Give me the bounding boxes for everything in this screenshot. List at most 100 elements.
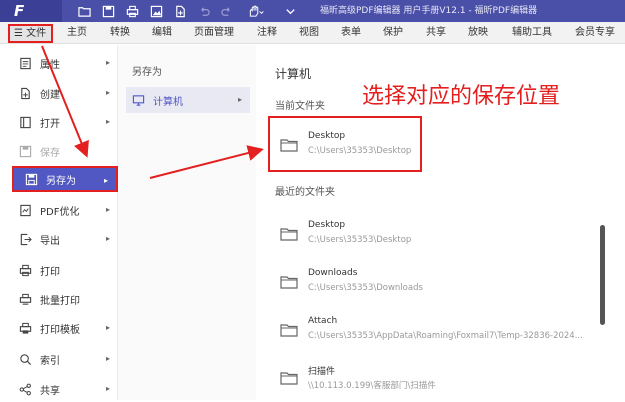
current-folder-heading: 当前文件夹 bbox=[275, 101, 325, 112]
folder-path: C:\Users\35353\Downloads bbox=[308, 283, 423, 293]
batch-print-icon bbox=[18, 292, 32, 306]
menu-item-label: 另存为 bbox=[46, 175, 76, 187]
undo-icon[interactable] bbox=[196, 3, 212, 19]
image-icon[interactable] bbox=[148, 3, 164, 19]
menu-slideshow[interactable]: 放映 bbox=[468, 22, 488, 44]
menu-item-label: 打印 bbox=[40, 266, 60, 278]
menu-item-label: PDF优化 bbox=[40, 206, 80, 218]
recent-folder-item[interactable]: Downloads C:\Users\35353\Downloads bbox=[278, 264, 608, 306]
menu-item-batch-print[interactable]: 批量打印 bbox=[8, 286, 118, 312]
menu-page-manage[interactable]: 页面管理 bbox=[194, 22, 234, 44]
recent-folder-item[interactable]: Desktop C:\Users\35353\Desktop bbox=[278, 216, 608, 258]
folder-name: Downloads bbox=[308, 268, 358, 278]
open-icon bbox=[18, 115, 32, 129]
file-menu-list: 属性 ▸ 创建 ▸ 打开 ▸ 保存 另存为 ▸ PDF优化 ▸ 导出 ▸ 打印 … bbox=[8, 45, 118, 400]
save-location-computer[interactable]: 计算机 ▸ bbox=[126, 87, 250, 113]
folder-icon bbox=[280, 324, 298, 337]
folder-path: C:\Users\35353\Desktop bbox=[308, 235, 412, 245]
menu-comment[interactable]: 注释 bbox=[257, 22, 277, 44]
submenu-arrow-icon: ▸ bbox=[105, 384, 110, 393]
dropdown-icon[interactable] bbox=[282, 3, 298, 19]
menu-form[interactable]: 表单 bbox=[341, 22, 361, 44]
menu-item-pdf-optimize[interactable]: PDF优化 ▸ bbox=[8, 197, 118, 223]
menu-item-label: 批量打印 bbox=[40, 295, 80, 307]
menu-bar: 主页 转换 编辑 页面管理 注释 视图 表单 保护 共享 放映 辅助工具 会员专… bbox=[0, 22, 625, 44]
create-icon bbox=[18, 86, 32, 100]
menu-item-export[interactable]: 导出 ▸ bbox=[8, 226, 118, 252]
menu-item-save-as[interactable]: 另存为 ▸ bbox=[12, 166, 118, 192]
menu-item-save[interactable]: 保存 bbox=[8, 138, 118, 164]
menu-item-share[interactable]: 共享 ▸ bbox=[8, 376, 118, 402]
highlight-box bbox=[268, 116, 422, 172]
folder-name: Attach bbox=[308, 316, 338, 326]
menu-item-create[interactable]: 创建 ▸ bbox=[8, 80, 118, 106]
menu-view[interactable]: 视图 bbox=[299, 22, 319, 44]
menu-item-label: 共享 bbox=[40, 385, 60, 397]
export-icon bbox=[18, 232, 32, 246]
folder-icon bbox=[280, 276, 298, 289]
folder-open-icon[interactable] bbox=[76, 3, 92, 19]
scrollbar-thumb[interactable] bbox=[600, 225, 605, 325]
computer-label: 计算机 bbox=[153, 96, 183, 108]
submenu-arrow-icon: ▸ bbox=[105, 354, 110, 363]
menu-item-index[interactable]: 索引 ▸ bbox=[8, 346, 118, 372]
menu-item-label: 创建 bbox=[40, 89, 60, 101]
menu-item-label: 保存 bbox=[40, 147, 60, 159]
app-logo: F bbox=[0, 0, 62, 22]
folder-path: C:\Users\35353\AppData\Roaming\Foxmail7\… bbox=[308, 331, 583, 341]
menu-protect[interactable]: 保护 bbox=[383, 22, 403, 44]
redo-icon[interactable] bbox=[218, 3, 234, 19]
menu-item-label: 打开 bbox=[40, 118, 60, 130]
menu-item-label: 索引 bbox=[40, 355, 60, 367]
folder-path: \\10.113.0.199\客服部门\扫描件 bbox=[308, 381, 436, 391]
folder-name: Desktop bbox=[308, 220, 346, 230]
file-menu-button[interactable]: ☰ 文件 bbox=[8, 24, 53, 43]
print-template-icon bbox=[18, 321, 32, 335]
menu-item-print[interactable]: 打印 bbox=[8, 257, 118, 283]
recent-folders-heading: 最近的文件夹 bbox=[275, 187, 335, 198]
title-bar: F 福昕高级PDF编辑器 用户手册V12.1 - 福昕PDF编辑器 bbox=[0, 0, 625, 22]
new-file-icon[interactable] bbox=[172, 3, 188, 19]
menu-item-label: 导出 bbox=[40, 235, 60, 247]
folder-name: 扫描件 bbox=[308, 367, 336, 377]
submenu-arrow-icon: ▸ bbox=[105, 88, 110, 97]
submenu-arrow-icon: ▸ bbox=[103, 176, 108, 185]
menu-convert[interactable]: 转换 bbox=[110, 22, 130, 44]
save-as-panel: 另存为 计算机 ▸ bbox=[118, 45, 256, 400]
folder-icon bbox=[280, 372, 298, 385]
window-title: 福昕高级PDF编辑器 用户手册V12.1 - 福昕PDF编辑器 bbox=[320, 6, 538, 16]
submenu-arrow-icon: ▸ bbox=[105, 323, 110, 332]
index-icon bbox=[18, 352, 32, 366]
properties-icon bbox=[18, 56, 32, 70]
menu-edit[interactable]: 编辑 bbox=[152, 22, 172, 44]
menu-item-properties[interactable]: 属性 ▸ bbox=[8, 50, 118, 76]
submenu-arrow-icon: ▸ bbox=[105, 117, 110, 126]
folder-icon bbox=[280, 228, 298, 241]
save-as-icon bbox=[24, 172, 38, 186]
menu-membership[interactable]: 会员专享 bbox=[575, 22, 615, 44]
menu-item-label: 打印模板 bbox=[40, 324, 80, 336]
submenu-arrow-icon: ▸ bbox=[105, 234, 110, 243]
menu-accessibility[interactable]: 辅助工具 bbox=[512, 22, 552, 44]
menu-home[interactable]: 主页 bbox=[67, 22, 87, 44]
menu-item-open[interactable]: 打开 ▸ bbox=[8, 109, 118, 135]
recent-folder-item[interactable]: 扫描件 \\10.113.0.199\客服部门\扫描件 bbox=[278, 360, 608, 402]
share-icon bbox=[18, 382, 32, 396]
menu-item-label: 属性 bbox=[40, 59, 60, 71]
computer-icon bbox=[132, 94, 145, 107]
annotation-text: 选择对应的保存位置 bbox=[362, 84, 561, 109]
save-icon bbox=[18, 144, 32, 158]
save-icon[interactable] bbox=[100, 3, 116, 19]
menu-share[interactable]: 共享 bbox=[426, 22, 446, 44]
print-icon bbox=[18, 263, 32, 277]
panel-title: 另存为 bbox=[132, 67, 162, 78]
submenu-arrow-icon: ▸ bbox=[237, 95, 242, 104]
recent-folder-item[interactable]: Attach C:\Users\35353\AppData\Roaming\Fo… bbox=[278, 312, 608, 354]
optimize-icon bbox=[18, 203, 32, 217]
print-icon[interactable] bbox=[124, 3, 140, 19]
menu-item-print-template[interactable]: 打印模板 ▸ bbox=[8, 315, 118, 341]
location-title: 计算机 bbox=[275, 67, 312, 81]
submenu-arrow-icon: ▸ bbox=[105, 205, 110, 214]
hand-tool-icon[interactable] bbox=[244, 3, 266, 19]
submenu-arrow-icon: ▸ bbox=[105, 58, 110, 67]
